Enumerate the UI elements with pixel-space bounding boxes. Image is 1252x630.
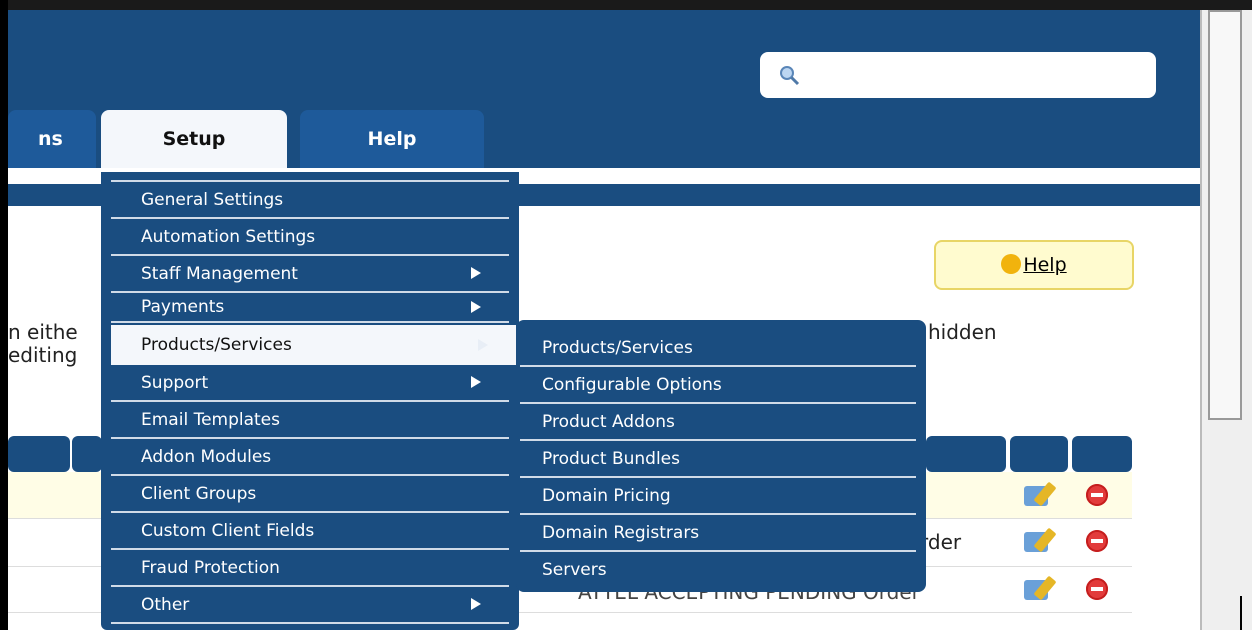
submenu-separator xyxy=(520,513,916,515)
menu-item-label: Other xyxy=(141,595,190,615)
submenu-separator xyxy=(520,476,916,478)
row-text: rder xyxy=(920,530,962,554)
help-button[interactable]: Help xyxy=(934,240,1134,290)
submenu-item-label: Configurable Options xyxy=(542,375,722,395)
delete-icon[interactable] xyxy=(1086,530,1108,552)
submenu-item-label: Product Bundles xyxy=(542,449,680,469)
menu-item-label: Staff Management xyxy=(141,264,298,284)
table-header-cell xyxy=(1072,436,1132,472)
menu-item-label: Addon Modules xyxy=(141,447,272,467)
submenu-separator xyxy=(520,402,916,404)
edit-icon[interactable] xyxy=(1024,486,1048,506)
scrollbar-thumb[interactable] xyxy=(1208,10,1242,420)
description-fragment-3: hidden xyxy=(928,320,997,344)
menu-item-custom-client-fields[interactable]: Custom Client Fields xyxy=(111,513,509,550)
menu-item-automation-settings[interactable]: Automation Settings xyxy=(111,219,509,256)
submenu-separator xyxy=(520,365,916,367)
submenu-item-servers[interactable]: Servers xyxy=(516,552,920,589)
help-link-label: Help xyxy=(1023,254,1067,276)
submenu-separator xyxy=(520,550,916,552)
menu-item-fraud-protection[interactable]: Fraud Protection xyxy=(111,550,509,587)
menu-item-label: Support xyxy=(141,373,209,393)
menu-item-addon-modules[interactable]: Addon Modules xyxy=(111,439,509,476)
resize-edge xyxy=(1240,596,1242,630)
table-header-cell xyxy=(926,436,1006,472)
menu-item-payments[interactable]: Payments xyxy=(111,293,509,323)
submenu-item-domain-pricing[interactable]: Domain Pricing xyxy=(516,478,920,515)
submenu-item-label: Servers xyxy=(542,560,607,580)
description-fragment-1: n eithe xyxy=(8,320,78,344)
menu-item-label: Client Groups xyxy=(141,484,257,504)
edit-icon[interactable] xyxy=(1024,532,1048,552)
submenu-arrow-icon xyxy=(471,376,481,388)
menu-item-label: Custom Client Fields xyxy=(141,521,315,541)
tab-help[interactable]: Help xyxy=(300,110,484,168)
menu-item-client-groups[interactable]: Client Groups xyxy=(111,476,509,513)
menu-item-staff-management[interactable]: Staff Management xyxy=(111,256,509,293)
menu-item-label: Fraud Protection xyxy=(141,558,280,578)
submenu-arrow-icon xyxy=(471,267,481,279)
menu-item-label: Payments xyxy=(141,297,225,317)
submenu-item-configurable-options[interactable]: Configurable Options xyxy=(516,367,920,404)
tab-setup[interactable]: Setup xyxy=(101,110,287,168)
menu-item-support[interactable]: Support xyxy=(111,365,509,402)
search-icon xyxy=(780,66,800,86)
table-header-cell xyxy=(1010,436,1068,472)
submenu-item-label: Domain Pricing xyxy=(542,486,671,506)
lightbulb-icon xyxy=(1001,254,1022,274)
menu-item-label: Products/Services xyxy=(141,335,292,355)
menu-item-label: Automation Settings xyxy=(141,227,316,247)
table-header-cell xyxy=(72,436,102,472)
submenu-arrow-icon xyxy=(471,598,481,610)
submenu-arrow-icon xyxy=(471,301,481,313)
submenu-item-products-services[interactable]: Products/Services xyxy=(516,330,920,367)
menu-item-label: General Settings xyxy=(141,190,284,210)
menu-item-general-settings[interactable]: General Settings xyxy=(111,182,509,219)
submenu-item-label: Product Addons xyxy=(542,412,675,432)
menu-item-other[interactable]: Other xyxy=(111,587,509,624)
submenu-separator xyxy=(520,439,916,441)
submenu-item-label: Domain Registrars xyxy=(542,523,700,543)
submenu-item-product-addons[interactable]: Product Addons xyxy=(516,404,920,441)
menu-item-products-services[interactable]: Products/Services xyxy=(111,325,516,365)
delete-icon[interactable] xyxy=(1086,578,1108,600)
submenu-item-label: Products/Services xyxy=(542,338,693,358)
submenu-item-product-bundles[interactable]: Product Bundles xyxy=(516,441,920,478)
window-left-border xyxy=(0,0,8,630)
table-header-cell xyxy=(8,436,70,472)
submenu-item-domain-registrars[interactable]: Domain Registrars xyxy=(516,515,920,552)
delete-icon[interactable] xyxy=(1086,484,1108,506)
submenu-arrow-icon xyxy=(478,339,488,351)
description-fragment-2: editing xyxy=(8,343,78,367)
window-top-border xyxy=(0,0,1252,10)
menu-item-label: Email Templates xyxy=(141,410,280,430)
app-window: ns Setup Help Help n eithe editing hidde… xyxy=(0,0,1252,630)
search-input[interactable] xyxy=(760,52,1156,98)
menu-item-email-templates[interactable]: Email Templates xyxy=(111,402,509,439)
edit-icon[interactable] xyxy=(1024,580,1048,600)
tab-previous[interactable]: ns xyxy=(8,110,96,168)
